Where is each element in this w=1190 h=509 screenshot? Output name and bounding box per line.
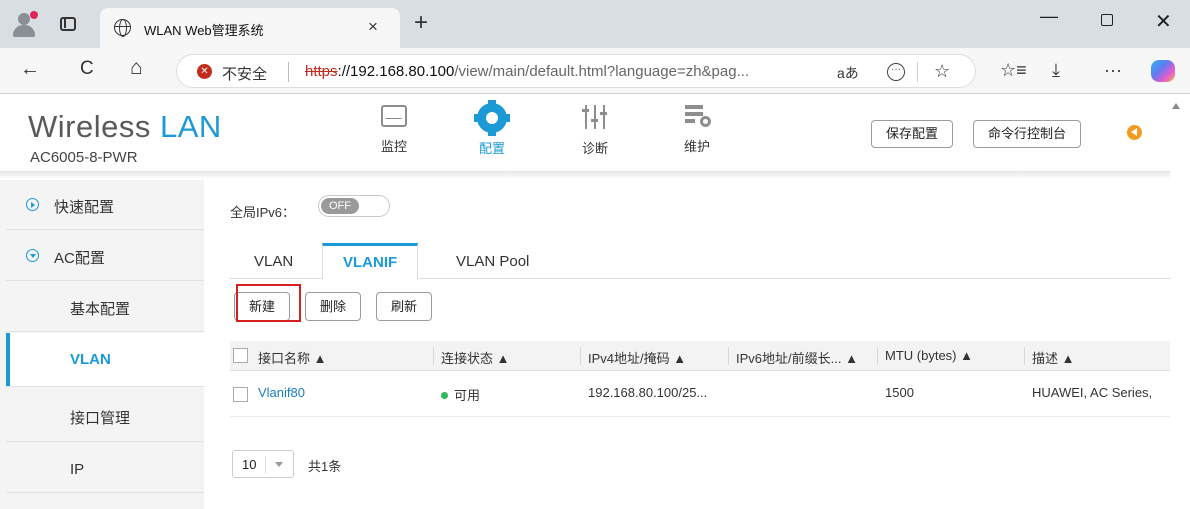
mtu-cell: 1500: [885, 385, 914, 400]
save-config-button[interactable]: 保存配置: [871, 120, 954, 148]
sidebar-item-label: AC配置: [54, 250, 105, 267]
read-aloud-icon[interactable]: aあ: [837, 63, 859, 83]
interface-name-link[interactable]: Vlanif80: [258, 385, 305, 400]
nav-config-label: 配置: [478, 141, 505, 156]
status-cell: 可用: [441, 385, 480, 404]
cli-console-button[interactable]: 命令行控制台: [973, 120, 1082, 148]
refresh-button[interactable]: 刷新: [376, 292, 433, 321]
sidebar-item-label: VLAN: [70, 351, 111, 368]
logout-icon[interactable]: [1127, 125, 1142, 140]
url-scheme: https: [305, 63, 338, 80]
page-size-value: 10: [242, 457, 257, 472]
active-indicator: [6, 333, 10, 386]
sidebar-item-label: 接口管理: [70, 410, 131, 427]
nav-maintain-label: 维护: [683, 139, 710, 154]
nav-maintain[interactable]: 维护: [657, 103, 737, 155]
global-ipv6-label: 全局IPv6：: [230, 205, 296, 220]
downloads-icon[interactable]: ⤓: [1052, 60, 1060, 81]
scroll-up-arrow-icon[interactable]: [1172, 103, 1180, 109]
browser-tab-title: WLAN Web管理系统: [144, 23, 264, 38]
col-link-status[interactable]: 连接状态 ▲: [441, 348, 509, 367]
favorite-star-icon[interactable]: ☆: [934, 61, 950, 82]
home-button[interactable]: ⌂: [130, 56, 143, 80]
back-button[interactable]: ←: [20, 58, 40, 81]
delete-button[interactable]: 删除: [305, 292, 362, 321]
page-size-select[interactable]: 10: [232, 450, 294, 478]
reload-button[interactable]: C: [80, 58, 94, 80]
col-ipv4[interactable]: IPv4地址/掩码 ▲: [588, 348, 686, 367]
expand-right-icon: [26, 198, 39, 211]
ipv4-cell: 192.168.80.100/25...: [588, 385, 708, 400]
total-count: 共1条: [308, 459, 342, 474]
row-checkbox[interactable]: [233, 387, 248, 402]
sidebar-item-label: 基本配置: [70, 301, 131, 318]
profile-avatar[interactable]: [12, 11, 38, 37]
nav-monitor[interactable]: 监控: [354, 103, 434, 155]
subtab-bar: VLAN VLANIF VLAN Pool: [230, 243, 1170, 280]
brand-suffix: LAN: [159, 109, 222, 144]
maintenance-icon: [685, 103, 711, 127]
col-mtu[interactable]: MTU (bytes) ▲: [885, 348, 973, 363]
nav-diagnose-label: 诊断: [581, 141, 608, 156]
nav-diagnose[interactable]: 诊断: [555, 103, 635, 157]
monitor-icon: [381, 105, 407, 127]
url-host: ://192.168.80.100: [337, 63, 455, 80]
col-interface-name[interactable]: 接口名称 ▲: [258, 348, 326, 367]
browser-tab[interactable]: WLAN Web管理系统 ×: [100, 8, 400, 48]
sidebar-item-basic-config[interactable]: 基本配置: [6, 282, 204, 332]
description-cell: HUAWEI, AC Series,: [1032, 385, 1153, 400]
tab-vlan-pool[interactable]: VLAN Pool: [436, 243, 549, 280]
tab-actions-icon[interactable]: [60, 17, 76, 31]
tab-close-icon[interactable]: ×: [368, 17, 378, 37]
tab-vlan[interactable]: VLAN: [234, 243, 313, 280]
ipv6-toggle-state: OFF: [321, 198, 359, 214]
gear-icon: [474, 100, 510, 136]
status-text: 可用: [454, 388, 481, 403]
insecure-label[interactable]: 不安全: [222, 63, 267, 84]
tab-vlanif[interactable]: VLANIF: [322, 243, 419, 280]
new-tab-button[interactable]: +: [414, 9, 428, 37]
status-ok-icon: [441, 392, 448, 399]
window-close-button[interactable]: ✕: [1155, 9, 1172, 34]
browser-tab-strip: WLAN Web管理系统 × + — ✕: [0, 0, 1190, 48]
chevron-down-icon: [275, 462, 283, 467]
more-options-icon[interactable]: ···: [887, 63, 905, 81]
sidebar-item-ip[interactable]: IP: [6, 443, 204, 493]
url-path: /view/main/default.html?language=zh&pag.…: [454, 63, 750, 80]
brand-logo: Wireless LAN: [28, 109, 222, 145]
collapse-down-icon: [26, 249, 39, 262]
nav-monitor-label: 监控: [380, 139, 407, 154]
highlight-box: [236, 284, 301, 322]
ipv6-toggle[interactable]: OFF: [318, 195, 390, 217]
insecure-warning-icon: ✕: [197, 64, 212, 79]
browser-menu-icon[interactable]: ···: [1104, 60, 1122, 81]
device-model: AC6005-8-PWR: [30, 149, 138, 166]
address-bar[interactable]: ✕ 不安全 https://192.168.80.100/view/main/d…: [176, 54, 976, 88]
sidebar-item-ac-config[interactable]: AC配置: [6, 231, 204, 281]
col-description[interactable]: 描述 ▲: [1032, 348, 1074, 367]
address-toolbar: ← C ⌂ ✕ 不安全 https://192.168.80.100/view/…: [0, 48, 1190, 94]
sidebar-item-vlan[interactable]: VLAN: [6, 333, 204, 387]
sidebar: 快速配置 AC配置 基本配置 VLAN 接口管理 IP: [0, 180, 204, 509]
col-ipv6[interactable]: IPv6地址/前缀长... ▲: [736, 348, 858, 367]
copilot-icon[interactable]: [1151, 60, 1175, 82]
nav-config[interactable]: 配置: [452, 100, 532, 157]
globe-icon: [114, 19, 131, 37]
favorites-icon[interactable]: ☆≡: [1000, 60, 1027, 81]
app-root: Wireless LAN AC6005-8-PWR 监控 配置 诊断 维护 保存…: [0, 95, 1190, 509]
sidebar-item-interface[interactable]: 接口管理: [6, 388, 204, 442]
select-all-checkbox[interactable]: [233, 348, 248, 363]
table-header: 接口名称 ▲ 连接状态 ▲ IPv4地址/掩码 ▲ IPv6地址/前缀长... …: [230, 341, 1170, 371]
sidebar-item-label: IP: [70, 461, 85, 478]
sidebar-item-quick-config[interactable]: 快速配置: [6, 180, 204, 230]
sidebar-item-label: 快速配置: [54, 199, 115, 216]
window-minimize-button[interactable]: —: [1040, 6, 1058, 27]
brand-prefix: Wireless: [28, 109, 151, 144]
window-maximize-button[interactable]: [1101, 14, 1113, 26]
table-row[interactable]: Vlanif80 可用 192.168.80.100/25... 1500 HU…: [230, 373, 1170, 417]
url-text[interactable]: https://192.168.80.100/view/main/default…: [305, 63, 749, 80]
equalizer-icon: [582, 103, 608, 129]
